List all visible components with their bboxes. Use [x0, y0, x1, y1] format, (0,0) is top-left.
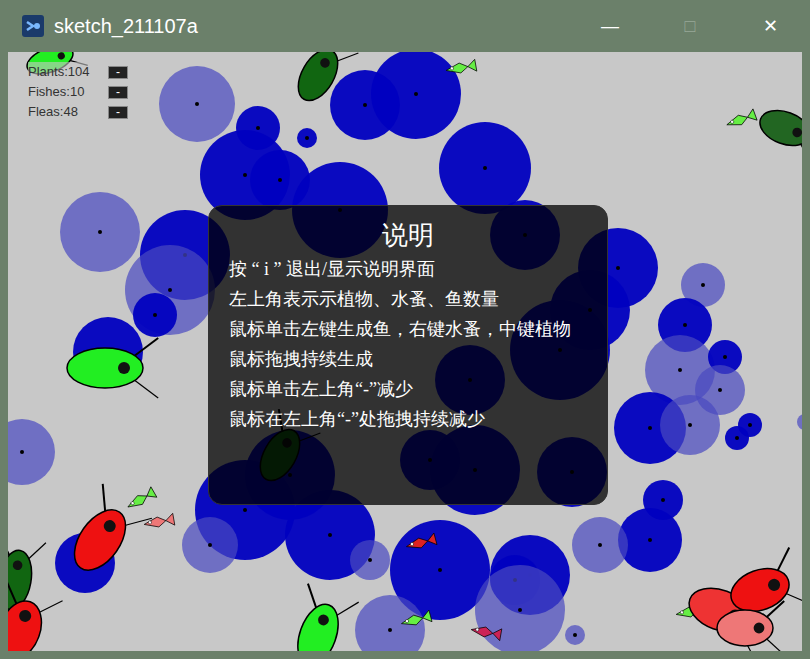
- plant-icon: [797, 414, 802, 430]
- plant-icon: [133, 293, 177, 337]
- help-line: 鼠标单击左键生成鱼，右键水蚤，中键植物: [229, 314, 587, 344]
- counter-label: Fleas:48: [28, 102, 106, 122]
- plant-icon: [159, 66, 235, 142]
- counters-panel: Plants:104-Fishes:10-Fleas:48-: [28, 62, 130, 122]
- counter-row: Fishes:10-: [28, 82, 128, 102]
- plant-icon: [350, 540, 390, 580]
- help-line: 鼠标拖拽持续生成: [229, 344, 587, 374]
- help-line: 左上角表示示植物、水蚤、鱼数量: [229, 284, 587, 314]
- processing-logo-icon: [22, 15, 44, 37]
- fish-icon: [125, 487, 157, 512]
- plant-icon: [371, 52, 461, 139]
- plant-icon: [660, 395, 720, 455]
- decrease-button[interactable]: -: [108, 66, 128, 79]
- plant-icon: [618, 508, 682, 572]
- flea-icon: [752, 97, 802, 163]
- plant-icon: [297, 128, 317, 148]
- window-control-button[interactable]: □: [650, 0, 730, 52]
- help-line: 鼠标单击左上角“-”减少: [229, 374, 587, 404]
- window-control-button[interactable]: —: [570, 0, 650, 52]
- fish-icon: [143, 513, 175, 530]
- fish-icon: [725, 109, 757, 131]
- fish-icon: [470, 624, 502, 641]
- fish-icon: [445, 59, 477, 76]
- flea-icon: [8, 580, 63, 651]
- flea-icon: [282, 584, 359, 651]
- plant-icon: [572, 517, 628, 573]
- fish-icon: [400, 610, 432, 629]
- plant-icon: [565, 625, 585, 645]
- flea-icon: [56, 484, 152, 585]
- window-control-button[interactable]: ✕: [730, 0, 810, 52]
- fish-icon: [405, 533, 437, 552]
- window-title: sketch_211107a: [54, 11, 198, 41]
- help-line: 鼠标在左上角“-”处拖拽持续减少: [229, 404, 587, 434]
- sketch-window: sketch_211107a—□✕Plants:104-Fishes:10-Fl…: [0, 0, 810, 659]
- sketch-canvas[interactable]: Plants:104-Fishes:10-Fleas:48-说明按 “ i ” …: [8, 52, 802, 651]
- plant-icon: [8, 419, 55, 485]
- flea-icon: [283, 52, 358, 111]
- help-title: 说明: [229, 218, 587, 254]
- help-dialog: 说明按 “ i ” 退出/显示说明界面左上角表示示植物、水蚤、鱼数量鼠标单击左键…: [208, 205, 608, 505]
- plant-icon: [355, 595, 425, 651]
- plant-icon: [182, 517, 238, 573]
- counter-row: Plants:104-: [28, 62, 128, 82]
- decrease-button[interactable]: -: [108, 86, 128, 99]
- counter-label: Fishes:10: [28, 82, 106, 102]
- plant-icon: [475, 565, 565, 651]
- flea-icon: [67, 338, 158, 398]
- decrease-button[interactable]: -: [108, 106, 128, 119]
- plant-icon: [439, 122, 531, 214]
- plant-icon: [725, 426, 749, 450]
- flea-icon: [717, 601, 784, 651]
- title-bar: sketch_211107a —□✕: [0, 0, 810, 52]
- plant-icon: [60, 192, 140, 272]
- counter-row: Fleas:48-: [28, 102, 128, 122]
- counter-label: Plants:104: [28, 62, 106, 82]
- help-line: 按 “ i ” 退出/显示说明界面: [229, 254, 587, 284]
